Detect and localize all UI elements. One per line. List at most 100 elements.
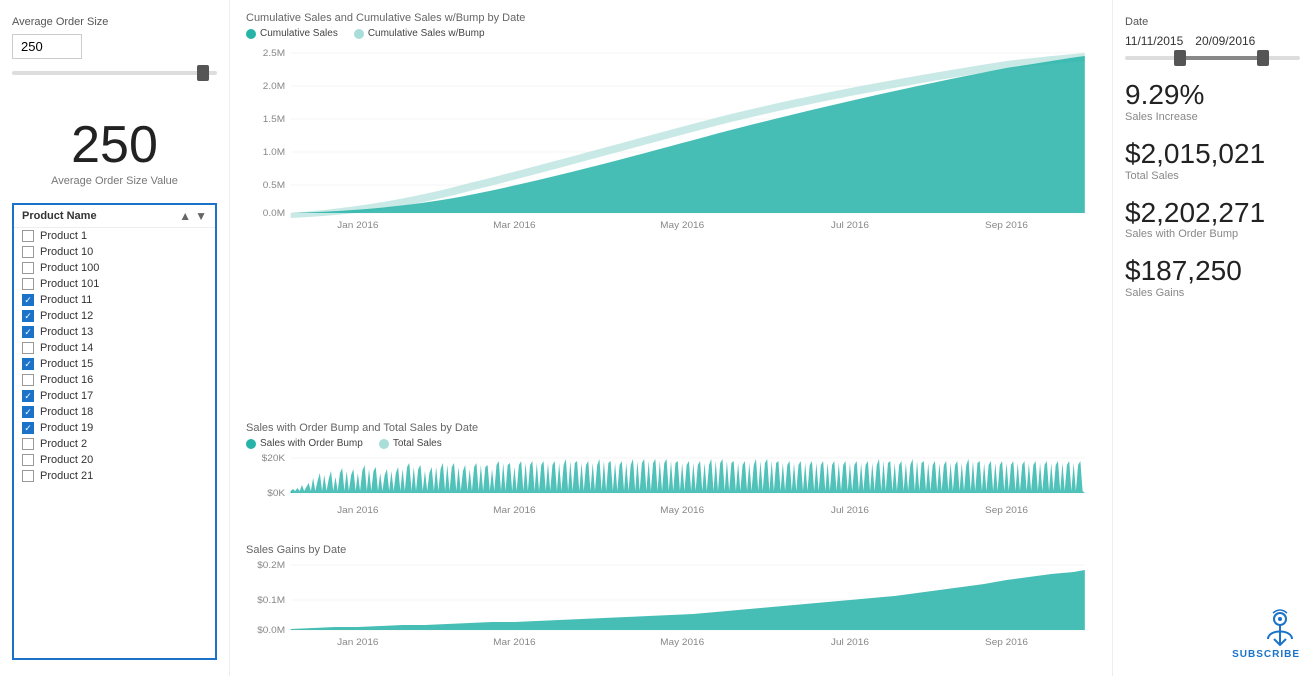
- metric-value: $2,202,271: [1125, 198, 1300, 229]
- product-list-title: Product Name: [22, 210, 97, 222]
- left-panel: Average Order Size 250 Average Order Siz…: [0, 0, 230, 676]
- legend-label: Cumulative Sales w/Bump: [368, 28, 485, 39]
- product-checkbox[interactable]: [22, 262, 34, 274]
- sales-gains-chart-section: Sales Gains by Date $0.2M $0.1M $0.0M Ja…: [246, 544, 1096, 664]
- cumulative-sales-chart-section: Cumulative Sales and Cumulative Sales w/…: [246, 12, 1096, 410]
- cumulative-sales-chart-area: 2.5M 2.0M 1.5M 1.0M 0.5M 0.0M Jan 2016 M…: [246, 43, 1096, 410]
- svg-text:$0K: $0K: [267, 488, 286, 498]
- product-list-item[interactable]: ✓Product 15: [14, 356, 215, 372]
- product-checkbox[interactable]: [22, 246, 34, 258]
- svg-text:Jul 2016: Jul 2016: [831, 505, 869, 515]
- sort-desc-icon[interactable]: ▼: [195, 209, 207, 223]
- legend-label: Total Sales: [393, 438, 442, 449]
- svg-text:2.0M: 2.0M: [263, 81, 285, 91]
- product-list-item[interactable]: Product 21: [14, 468, 215, 484]
- svg-text:2.5M: 2.5M: [263, 48, 285, 58]
- date-start: 11/11/2015: [1125, 34, 1183, 48]
- product-list-scroll[interactable]: Product 1 Product 10 Product 100Product 10…: [14, 228, 215, 658]
- product-checkbox[interactable]: [22, 342, 34, 354]
- svg-text:Mar 2016: Mar 2016: [493, 505, 535, 515]
- product-checkbox[interactable]: ✓: [22, 326, 34, 338]
- metrics-container: 9.29%Sales Increase$2,015,021Total Sales…: [1125, 80, 1300, 315]
- product-list-item[interactable]: Product 100: [14, 260, 215, 276]
- date-section: Date 11/11/2015 20/09/2016: [1125, 16, 1300, 60]
- product-checkbox[interactable]: ✓: [22, 358, 34, 370]
- date-slider-fill: [1178, 56, 1266, 60]
- product-list-item[interactable]: ✓Product 18: [14, 404, 215, 420]
- product-checkbox[interactable]: [22, 374, 34, 386]
- svg-text:Jan 2016: Jan 2016: [337, 220, 378, 230]
- svg-text:0.0M: 0.0M: [263, 208, 285, 218]
- product-checkbox[interactable]: ✓: [22, 406, 34, 418]
- product-list-item[interactable]: Product 2: [14, 436, 215, 452]
- product-list-item[interactable]: Product 20: [14, 452, 215, 468]
- product-list-item[interactable]: Product 101: [14, 276, 215, 292]
- legend-item: Cumulative Sales w/Bump: [354, 28, 485, 39]
- slider-label: Average Order Size: [12, 16, 217, 28]
- svg-text:Jul 2016: Jul 2016: [831, 220, 869, 230]
- product-list-container: Product Name ▲ ▼ Product 1Product 10Prod…: [12, 203, 217, 660]
- date-label: Date: [1125, 16, 1300, 28]
- svg-text:$20K: $20K: [262, 453, 286, 463]
- product-checkbox[interactable]: [22, 438, 34, 450]
- legend-label: Cumulative Sales: [260, 28, 338, 39]
- svg-text:1.5M: 1.5M: [263, 114, 285, 124]
- subscribe-section: SUBSCRIBE: [1125, 607, 1300, 660]
- product-list-item[interactable]: ✓Product 13: [14, 324, 215, 340]
- product-checkbox[interactable]: ✓: [22, 310, 34, 322]
- center-panel: Cumulative Sales and Cumulative Sales w/…: [230, 0, 1112, 676]
- legend-color-dot: [354, 29, 364, 39]
- svg-text:$0.0M: $0.0M: [257, 625, 285, 635]
- product-name-label: Product 12: [40, 310, 93, 322]
- order-bump-chart-area: $20K $0K Jan 2016 Mar 2016 May 2016 Jul …: [246, 453, 1096, 532]
- svg-text:$0.2M: $0.2M: [257, 560, 285, 570]
- product-name-label: Product 10: [40, 246, 93, 258]
- svg-text:1.0M: 1.0M: [263, 147, 285, 157]
- metric-label: Sales Gains: [1125, 287, 1300, 299]
- product-checkbox[interactable]: [22, 230, 34, 242]
- product-checkbox[interactable]: [22, 454, 34, 466]
- product-list-item[interactable]: Product 1: [14, 228, 215, 244]
- product-name-label: Product 20: [40, 454, 93, 466]
- metric-label: Sales with Order Bump: [1125, 228, 1300, 240]
- svg-text:Mar 2016: Mar 2016: [493, 637, 535, 647]
- product-checkbox[interactable]: [22, 278, 34, 290]
- product-list-item[interactable]: Product 10: [14, 244, 215, 260]
- date-thumb-right[interactable]: [1257, 50, 1269, 66]
- product-checkbox[interactable]: ✓: [22, 390, 34, 402]
- metric-item: $187,250Sales Gains: [1125, 256, 1300, 299]
- legend-item: Cumulative Sales: [246, 28, 338, 39]
- product-list-item[interactable]: Product 14: [14, 340, 215, 356]
- date-thumb-left[interactable]: [1174, 50, 1186, 66]
- svg-text:$0.1M: $0.1M: [257, 595, 285, 605]
- legend-color-dot: [246, 29, 256, 39]
- product-checkbox[interactable]: ✓: [22, 422, 34, 434]
- date-slider[interactable]: [1125, 56, 1300, 60]
- product-list-item[interactable]: ✓Product 11: [14, 292, 215, 308]
- legend-color-dot: [379, 439, 389, 449]
- product-list-item[interactable]: ✓Product 19: [14, 420, 215, 436]
- product-list-item[interactable]: ✓Product 17: [14, 388, 215, 404]
- slider-thumb[interactable]: [197, 65, 209, 81]
- svg-text:Jan 2016: Jan 2016: [337, 505, 378, 515]
- svg-text:Jul 2016: Jul 2016: [831, 637, 869, 647]
- product-checkbox[interactable]: [22, 470, 34, 482]
- svg-text:Jan 2016: Jan 2016: [337, 637, 378, 647]
- product-list-item[interactable]: ✓ Product 12: [14, 308, 215, 324]
- right-panel: Date 11/11/2015 20/09/2016 9.29%Sales In…: [1112, 0, 1312, 676]
- product-name-label: Product 1: [40, 230, 87, 242]
- product-checkbox[interactable]: ✓: [22, 294, 34, 306]
- slider-track[interactable]: [12, 71, 217, 75]
- metric-item: $2,202,271Sales with Order Bump: [1125, 198, 1300, 241]
- slider-value-input[interactable]: [12, 34, 82, 59]
- metric-label: Total Sales: [1125, 170, 1300, 182]
- sort-asc-icon[interactable]: ▲: [179, 209, 191, 223]
- svg-text:May 2016: May 2016: [660, 637, 704, 647]
- svg-text:May 2016: May 2016: [660, 505, 704, 515]
- product-list-item[interactable]: Product 16: [14, 372, 215, 388]
- cumulative-sales-chart-title: Cumulative Sales and Cumulative Sales w/…: [246, 12, 1096, 24]
- legend-item: Sales with Order Bump: [246, 438, 363, 449]
- product-list-header: Product Name ▲ ▼: [14, 205, 215, 228]
- subscribe-text[interactable]: SUBSCRIBE: [1232, 649, 1300, 660]
- subscribe-icon[interactable]: [1260, 607, 1300, 647]
